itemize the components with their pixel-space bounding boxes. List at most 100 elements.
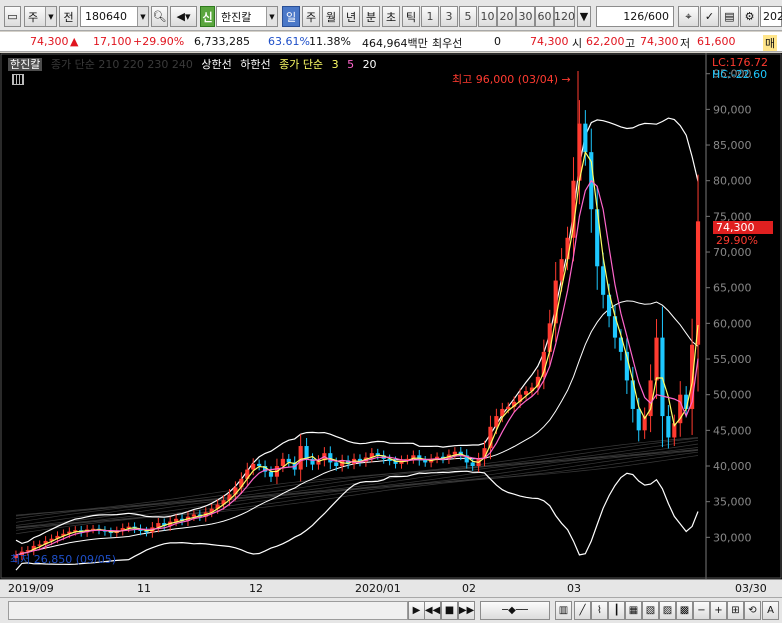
stop-icon[interactable]: ■	[441, 601, 458, 620]
chart-check-icon[interactable]: ✓	[700, 6, 719, 27]
count-field[interactable]: 126/600	[596, 6, 674, 27]
y-tick-label: 85,000	[713, 139, 752, 152]
period-5[interactable]: 5	[459, 6, 477, 27]
grid-icon[interactable]	[12, 74, 24, 85]
candle-body	[257, 463, 262, 467]
period-1[interactable]: 1	[421, 6, 439, 27]
price2-value: 74,300	[530, 35, 569, 48]
period-30[interactable]: 30	[516, 6, 535, 27]
new-badge: 신	[200, 6, 215, 27]
period-10[interactable]: 10	[478, 6, 497, 27]
legend-upper-limit: 상한선	[201, 58, 232, 71]
tab-day[interactable]: 일	[282, 6, 300, 27]
quote-bar: 74,300 ▲ 17,100 +29.90% 6,733,285 63.61%…	[0, 32, 782, 52]
y-tick-label: 50,000	[713, 389, 752, 402]
bar-chart-icon[interactable]: ▥	[555, 601, 572, 620]
legend-lower-limit: 하한선	[240, 58, 271, 71]
search-icon[interactable]: 🔍︎	[151, 6, 168, 27]
indicator3-icon[interactable]: ▨	[659, 601, 676, 620]
candle-body	[654, 337, 659, 381]
indicator2-icon[interactable]: ▧	[642, 601, 659, 620]
hc-label: HC:-22.60	[712, 68, 768, 81]
period-3[interactable]: 3	[440, 6, 458, 27]
price-chart[interactable]: 95,000 90,000 85,000 80,000 75,000 70,000 65,0…	[0, 53, 782, 579]
candle-body	[452, 451, 457, 455]
stock-name-field[interactable]: 한진칼 ▼	[216, 6, 278, 27]
y-tick-label: 30,000	[713, 531, 752, 544]
candle-body	[423, 460, 428, 463]
toolbar: ▭ 주 ▼ 전 180640 ▼ 🔍︎ ◀▾ 신 한진칼 ▼ 일 주 월 년 분…	[0, 0, 782, 31]
chart-type-select[interactable]: 주 ▼	[24, 6, 57, 27]
tab-minute[interactable]: 분	[362, 6, 380, 27]
candle-body	[547, 323, 552, 352]
crosshair-icon[interactable]: ⌖	[678, 6, 699, 27]
candle-body	[601, 266, 606, 295]
bottom-toolbar: ▶ ◀◀ ■ ▶▶ ─◆── ▥ ╱ ⌇ ┃ ▦ ▧ ▨ ▩ − + ⊞ ⟲ A	[0, 597, 782, 623]
long-ma-line	[15, 437, 699, 516]
tab-year[interactable]: 년	[342, 6, 360, 27]
high-annotation: 최고 96,000 (03/04) →	[452, 73, 571, 86]
period-120[interactable]: 120	[554, 6, 575, 27]
price-value: 74,300	[30, 35, 69, 48]
chart-canvas[interactable]: 95,00090,00085,00080,00075,00070,00065,0…	[0, 53, 782, 579]
legend-ma-label: 종가 단순	[279, 58, 324, 71]
candle-body	[268, 471, 274, 477]
period-20[interactable]: 20	[497, 6, 516, 27]
y-tick-label: 45,000	[713, 424, 752, 437]
code-input[interactable]: 180640 ▼	[80, 6, 149, 27]
gear-icon[interactable]: ⚙	[740, 6, 759, 27]
print-icon[interactable]: ▤	[720, 6, 739, 27]
date-label: 03/30	[735, 582, 767, 595]
line-chart-icon[interactable]: ╱	[574, 601, 591, 620]
chevron-down-icon[interactable]: ▼	[577, 6, 591, 27]
forward-icon[interactable]: ▶▶	[458, 601, 475, 620]
long-ma-line	[15, 437, 699, 517]
current-pct-tag: 29.90%	[716, 234, 758, 247]
legend-stock-name: 한진칼	[8, 58, 43, 71]
tab-week[interactable]: 주	[302, 6, 320, 27]
change-value: 17,100	[93, 35, 132, 48]
candle-body	[666, 416, 671, 438]
candle-body	[328, 453, 333, 463]
best-label: 최우선	[432, 37, 463, 50]
period-60[interactable]: 60	[535, 6, 554, 27]
reset-icon[interactable]: ⊞	[727, 601, 744, 620]
chevron-down-icon: ▼	[137, 7, 148, 26]
zoom-in-icon[interactable]: +	[710, 601, 727, 620]
speaker-icon[interactable]: ◀▾	[170, 6, 197, 27]
fit-icon[interactable]: ⟲	[744, 601, 761, 620]
low-label: 저	[680, 37, 691, 50]
chart-tool-icon[interactable]: ⌇	[591, 601, 608, 620]
date-label: 2019/09	[8, 582, 54, 595]
frame-icon[interactable]: ▭	[4, 6, 21, 27]
candle-body	[334, 462, 339, 467]
tab-second[interactable]: 초	[382, 6, 400, 27]
ratio2-value: 11.38%	[309, 35, 351, 48]
tab-month[interactable]: 월	[322, 6, 340, 27]
current-price-tag: 74,300	[713, 221, 773, 234]
candle-icon[interactable]: ┃	[608, 601, 625, 620]
chevron-down-icon: ▼	[45, 7, 56, 26]
legend-ma-faded: 종가 단순 210 220 230 240	[50, 58, 193, 71]
zoom-out-icon[interactable]: −	[693, 601, 710, 620]
candle-body	[636, 408, 641, 431]
candle-body	[494, 416, 499, 427]
candle-body	[660, 337, 665, 417]
font-size-icon[interactable]: A	[762, 601, 779, 620]
open-label: 시	[572, 37, 583, 50]
prev-button[interactable]: 전	[59, 6, 78, 27]
horizontal-scrollbar[interactable]	[8, 601, 408, 620]
indicator-icon[interactable]: ▦	[625, 601, 642, 620]
zoom-slider[interactable]: ─◆──	[480, 601, 550, 620]
date-field[interactable]: 2020	[760, 6, 782, 27]
indicator4-icon[interactable]: ▩	[676, 601, 693, 620]
date-label: 12	[249, 582, 263, 595]
candle-body	[298, 446, 303, 470]
tab-tick[interactable]: 틱	[402, 6, 420, 27]
rewind-icon[interactable]: ◀◀	[424, 601, 441, 620]
long-ma-line	[15, 455, 699, 535]
chart-window: ▭ 주 ▼ 전 180640 ▼ 🔍︎ ◀▾ 신 한진칼 ▼ 일 주 월 년 분…	[0, 0, 782, 623]
date-label: 11	[137, 582, 151, 595]
date-axis: 2019/09 11 12 2020/01 02 03 03/30	[0, 579, 782, 597]
scroll-right-icon[interactable]: ▶	[408, 601, 425, 620]
